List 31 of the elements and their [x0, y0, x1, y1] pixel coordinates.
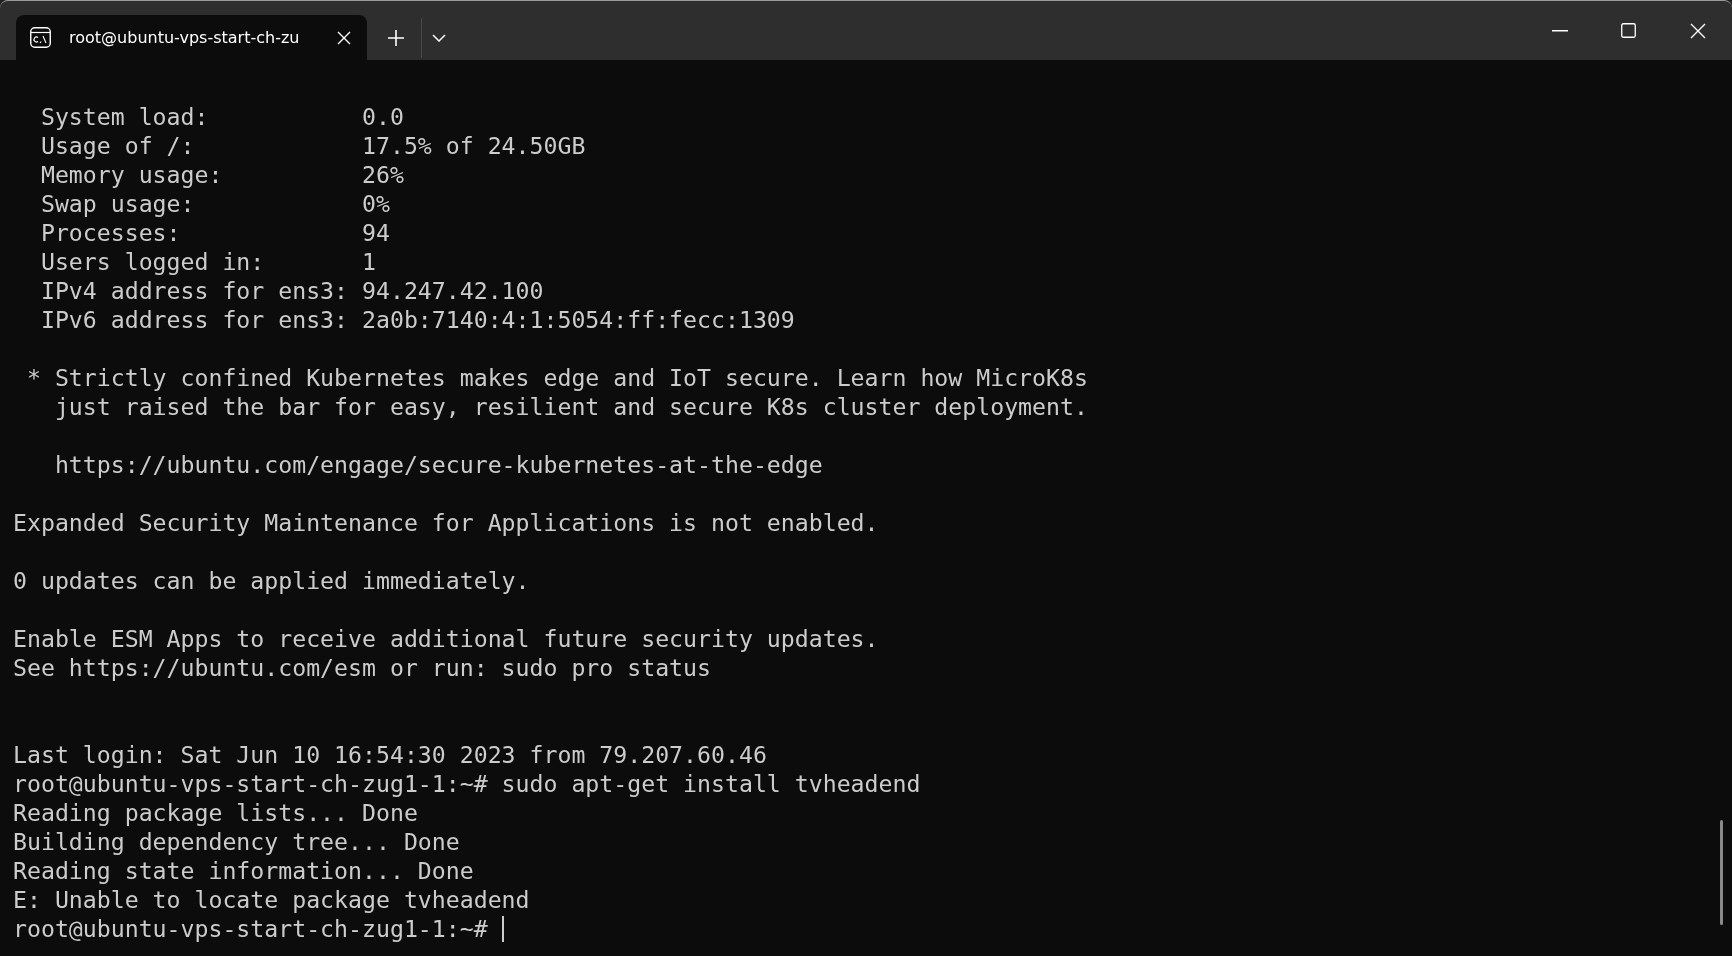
- terminal-line: Last login: Sat Jun 10 16:54:30 2023 from 79.207.60.46: [13, 740, 767, 769]
- close-icon: [337, 30, 351, 45]
- terminal-line: root@ubuntu-vps-start-ch-zug1-1:~#: [13, 914, 489, 943]
- terminal-line: Processes: 94: [39, 218, 390, 247]
- minimize-icon: [1551, 29, 1568, 32]
- terminal-line: 0 updates can be applied immediately.: [13, 566, 530, 595]
- plus-icon: [387, 28, 405, 47]
- terminal-line: Swap usage: 0%: [39, 189, 390, 218]
- terminal-line: Memory usage: 26%: [39, 160, 404, 189]
- terminal-line: E: Unable to locate package tvheadend: [13, 885, 530, 914]
- terminal-line: IPv6 address for ens3: 2a0b:7140:4:1:5054:ff:fecc:1309: [39, 305, 795, 334]
- terminal-line: IPv4 address for ens3: 94.247.42.100: [39, 276, 544, 305]
- scrollbar-thumb[interactable]: [1720, 820, 1723, 925]
- terminal-line: Users logged in: 1: [39, 247, 376, 276]
- terminal-line: Usage of /: 17.5% of 24.50GB: [39, 131, 586, 160]
- maximize-icon: [1621, 23, 1636, 38]
- terminal-line: https://ubuntu.com/engage/secure-kubernetes-at-the-edge: [53, 450, 823, 479]
- terminal-line: Expanded Security Maintenance for Applications is not enabled.: [13, 508, 879, 537]
- terminal-line: Enable ESM Apps to receive additional future security updates.: [13, 624, 879, 653]
- terminal-line: Building dependency tree... Done: [13, 827, 460, 856]
- terminal-tab[interactable]: root@ubuntu-vps-start-ch-zu: [16, 15, 367, 60]
- terminal-line: just raised the bar for easy, resilient and secure K8s cluster deployment.: [53, 392, 1088, 421]
- terminal-icon: [30, 27, 51, 48]
- terminal-line: root@ubuntu-vps-start-ch-zug1-1:~# sudo apt-get install tvheadend: [13, 769, 921, 798]
- terminal-line: Reading package lists... Done: [13, 798, 418, 827]
- chevron-down-icon: [432, 33, 446, 42]
- terminal-line: See https://ubuntu.com/esm or run: sudo pro status: [13, 653, 711, 682]
- terminal-line: Reading state information... Done: [13, 856, 474, 885]
- terminal-line: System load: 0.0: [39, 102, 404, 131]
- close-icon: [1689, 22, 1706, 39]
- terminal-line: * Strictly confined Kubernetes makes edge and IoT secure. Learn how MicroK8s: [25, 363, 1088, 392]
